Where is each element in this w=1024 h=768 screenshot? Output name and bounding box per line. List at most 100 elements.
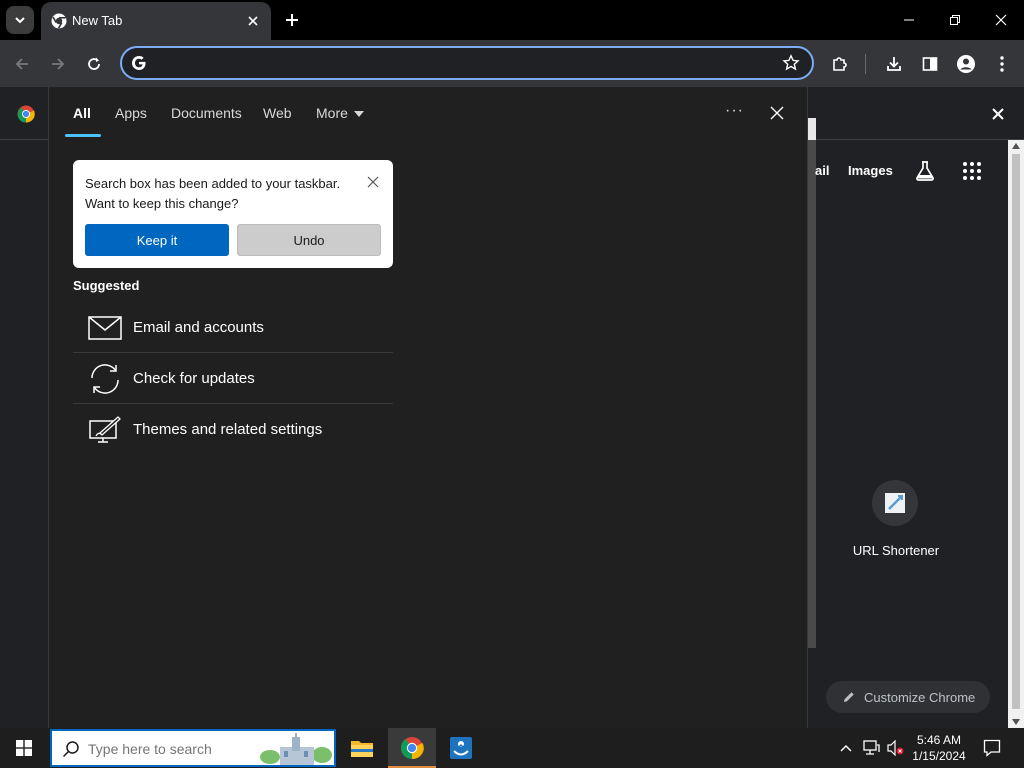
tab-web[interactable]: Web [263, 105, 292, 121]
restore-icon [950, 15, 960, 25]
tab-new-tab[interactable]: New Tab [41, 2, 271, 40]
chrome-taskbar-button[interactable] [388, 728, 436, 768]
address-bar[interactable] [120, 46, 814, 80]
more-vert-icon [1000, 56, 1004, 72]
app-taskbar-button[interactable] [437, 728, 485, 768]
tab-documents[interactable]: Documents [171, 105, 242, 121]
screen: New Tab ail Images URL Shortener Customi… [0, 0, 1024, 768]
scroll-up-icon[interactable] [1012, 143, 1020, 149]
shortcut-label: URL Shortener [852, 543, 940, 558]
scrollbar-thumb[interactable] [1012, 154, 1020, 709]
bookmark-star-icon[interactable] [782, 54, 800, 72]
chrome-favicon-icon [51, 13, 67, 29]
taskbar-search-input[interactable] [88, 740, 258, 758]
notification-icon [983, 739, 1001, 757]
images-link[interactable]: Images [848, 163, 893, 178]
chevron-up-icon [840, 744, 852, 752]
downloads-button[interactable] [880, 50, 908, 78]
plus-icon [286, 14, 298, 26]
action-center-button[interactable] [978, 728, 1006, 768]
start-button[interactable] [0, 728, 48, 768]
app-icon [450, 737, 472, 759]
forward-button[interactable] [44, 50, 72, 78]
active-tab-indicator [65, 134, 101, 137]
chevron-down-icon [15, 17, 25, 24]
clock-date: 1/15/2024 [912, 749, 966, 763]
suggestion-item[interactable]: Check for updates [73, 354, 393, 404]
taskbar-clock[interactable]: 5:46 AM 1/15/2024 [908, 732, 970, 764]
suggestion-item[interactable]: Themes and related settings [73, 405, 393, 455]
gmail-link[interactable]: ail [815, 163, 829, 178]
back-button[interactable] [8, 50, 36, 78]
tab-close-button[interactable] [243, 11, 263, 31]
google-g-icon [132, 56, 146, 70]
shortcut-favicon-icon [885, 493, 905, 513]
windows-logo-icon [16, 740, 32, 756]
suggestion-item[interactable]: Email and accounts [73, 303, 393, 353]
suggestion-label: Themes and related settings [133, 421, 323, 438]
shortcut-tile[interactable] [872, 480, 918, 526]
taskbar-search-box[interactable] [50, 729, 336, 767]
tab-title: New Tab [72, 13, 123, 28]
suggested-header: Suggested [73, 278, 140, 293]
folder-icon [351, 741, 373, 757]
side-panel-close-button[interactable] [988, 104, 1008, 124]
download-icon [887, 57, 901, 71]
chrome-logo-icon [17, 105, 35, 123]
tab-search-button[interactable] [6, 6, 34, 34]
notice-line-1: Search box has been added to your taskba… [85, 176, 341, 191]
notice-line-2: Want to keep this change? [85, 196, 239, 211]
extensions-button[interactable] [826, 50, 854, 78]
volume-muted-icon [887, 740, 904, 756]
mail-icon [87, 311, 123, 345]
suggestion-label: Email and accounts [133, 319, 264, 336]
tab-more[interactable]: More [316, 105, 364, 121]
profile-button[interactable] [952, 50, 980, 78]
minimize-icon [904, 19, 914, 21]
restore-button[interactable] [932, 0, 978, 40]
tab-apps[interactable]: Apps [115, 105, 147, 121]
network-icon [863, 740, 880, 755]
volume-tray-button[interactable] [884, 728, 906, 768]
caret-down-icon [353, 111, 364, 118]
sync-icon [87, 362, 123, 396]
search-panel-close-button[interactable] [767, 103, 787, 123]
chrome-toolbar [0, 40, 1024, 87]
search-highlight-art-icon [260, 733, 332, 765]
address-input[interactable] [156, 52, 766, 74]
minimize-button[interactable] [886, 0, 932, 40]
show-hidden-icons-button[interactable] [836, 728, 856, 768]
page-scrollbar[interactable] [1008, 140, 1024, 728]
scrollbar-thumb[interactable] [808, 118, 816, 140]
reload-icon [88, 57, 100, 70]
chrome-menu-button[interactable] [988, 50, 1016, 78]
customize-chrome-button[interactable]: Customize Chrome [826, 681, 990, 713]
labs-flask-icon[interactable] [913, 159, 937, 183]
side-panel-button[interactable] [916, 50, 944, 78]
side-panel-scrollbar[interactable] [808, 118, 816, 648]
toolbar-divider [865, 54, 866, 74]
arrow-right-icon [52, 58, 65, 70]
close-window-button[interactable] [978, 0, 1024, 40]
taskbar-search-notice: Search box has been added to your taskba… [73, 160, 393, 268]
apps-grid-icon[interactable] [962, 161, 982, 181]
tab-more-label: More [316, 105, 348, 121]
chrome-logo-icon [400, 737, 424, 760]
keep-it-button[interactable]: Keep it [85, 224, 229, 256]
notice-close-button[interactable] [363, 172, 383, 192]
new-tab-button[interactable] [280, 8, 304, 32]
reload-button[interactable] [80, 50, 108, 78]
more-options-icon[interactable]: ··· [725, 102, 745, 122]
network-tray-button[interactable] [860, 728, 882, 768]
notice-message: Search box has been added to your taskba… [85, 174, 355, 214]
scroll-down-icon[interactable] [1012, 719, 1020, 725]
puzzle-icon [833, 57, 847, 71]
pencil-icon [844, 692, 854, 702]
arrow-left-icon [15, 58, 28, 70]
tab-all[interactable]: All [73, 105, 91, 121]
close-icon [770, 106, 784, 120]
file-explorer-taskbar-button[interactable] [338, 728, 386, 768]
undo-button[interactable]: Undo [237, 224, 381, 256]
close-icon [995, 14, 1007, 26]
clock-time: 5:46 AM [916, 733, 962, 747]
